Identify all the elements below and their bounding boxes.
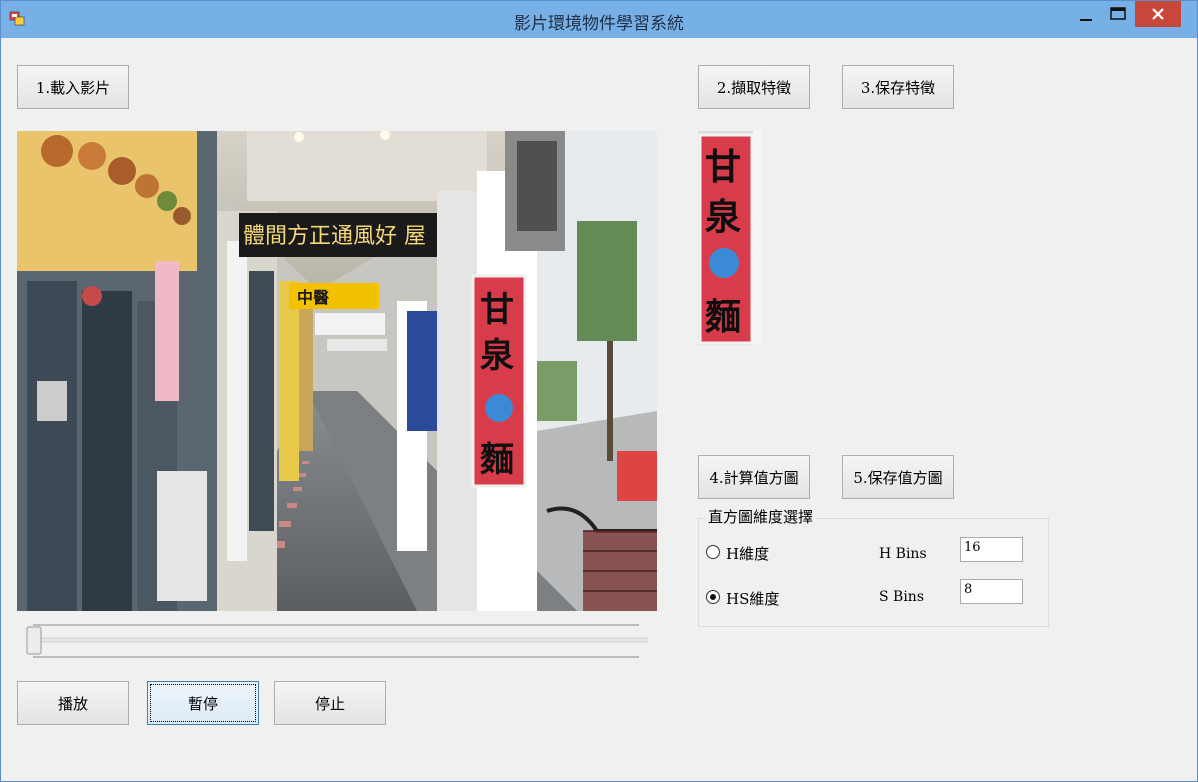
hs-dimension-radio[interactable] [706, 590, 720, 604]
load-video-button[interactable]: 1.載入影片 [17, 65, 129, 109]
h-dimension-radio[interactable] [706, 545, 720, 559]
h-bins-input[interactable]: 16 [960, 537, 1023, 562]
close-icon [1152, 8, 1164, 20]
yellow-sign-text: 中醫 [297, 288, 329, 307]
compute-histogram-button[interactable]: 4.計算值方圖 [698, 455, 810, 499]
extract-feature-button[interactable]: 2.擷取特徵 [698, 65, 810, 109]
feature-char-1: 甘 [705, 146, 741, 188]
close-button[interactable] [1135, 1, 1181, 27]
window-title: 影片環境物件學習系統 [514, 14, 684, 34]
video-frame[interactable]: 體間方正通風好 屋 中醫 甘 泉 麵 [17, 131, 657, 611]
save-feature-button[interactable]: 3.保存特徵 [842, 65, 954, 109]
stop-button[interactable]: 停止 [274, 681, 386, 725]
minimize-button[interactable] [1071, 1, 1101, 27]
feature-thumbnail: 甘 泉 麵 [698, 131, 762, 345]
feature-char-3: 麵 [705, 296, 741, 338]
h-dimension-label: H維度 [726, 545, 770, 563]
minimize-icon [1080, 19, 1092, 21]
hs-dimension-label: HS維度 [726, 590, 780, 608]
maximize-icon [1110, 7, 1126, 20]
led-sign-text: 體間方正通風好 屋 [243, 224, 426, 249]
histogram-group-title: 直方圖維度選擇 [705, 506, 817, 527]
app-window: 影片環境物件學習系統 1.載入影片 2.擷取特徵 3.保存特徵 體間方正通風好 … [0, 0, 1198, 782]
title-bar[interactable]: 影片環境物件學習系統 [1, 1, 1197, 38]
feature-char-2: 泉 [705, 196, 741, 238]
store-sign-char-2: 泉 [480, 336, 514, 376]
s-bins-input[interactable]: 8 [960, 579, 1023, 604]
store-sign-char-1: 甘 [480, 290, 514, 330]
h-bins-label: H Bins [879, 546, 927, 562]
video-position-slider[interactable] [25, 621, 649, 661]
slider-thumb[interactable] [26, 626, 42, 655]
pause-button[interactable]: 暫停 [147, 681, 259, 725]
maximize-button[interactable] [1103, 1, 1133, 27]
histogram-dimension-group [698, 518, 1049, 627]
play-button[interactable]: 播放 [17, 681, 129, 725]
s-bins-label: S Bins [879, 589, 925, 605]
save-histogram-button[interactable]: 5.保存值方圖 [842, 455, 954, 499]
store-sign-char-3: 麵 [480, 440, 514, 480]
